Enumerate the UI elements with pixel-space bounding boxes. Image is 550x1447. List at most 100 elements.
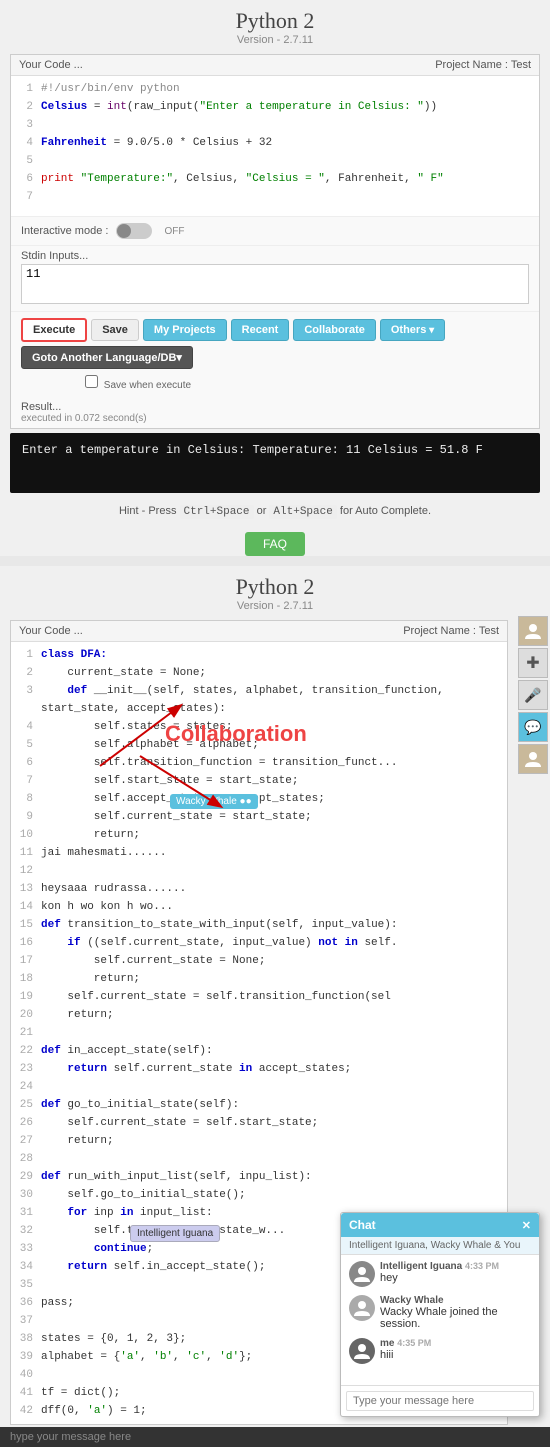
bottom-editor-header-right: Project Name : Test xyxy=(403,625,499,637)
chat-participants: Intelligent Iguana, Wacky Whale & You xyxy=(341,1237,539,1255)
b-line-9: 9 self.current_state = start_state; xyxy=(11,808,507,826)
chat-name-1: Intelligent Iguana 4:33 PM xyxy=(380,1261,531,1272)
code-line-3: 3 xyxy=(11,116,539,134)
chat-msg-1: Intelligent Iguana 4:33 PM hey xyxy=(349,1261,531,1287)
b-line-16: 16 if ((self.current_state, input_value)… xyxy=(11,934,507,952)
chat-time-3: 4:35 PM xyxy=(397,1338,431,1348)
b-line-18: 18 return; xyxy=(11,970,507,988)
top-toolbar: Execute Save My Projects Recent Collabor… xyxy=(11,311,539,397)
b-line-8: 8 self.accept_states = accept_states; xyxy=(11,790,507,808)
b-line-21: 21 xyxy=(11,1024,507,1042)
others-button[interactable]: Others xyxy=(380,319,445,341)
interactive-row: Interactive mode : OFF xyxy=(11,216,539,245)
chat-msg-2: Wacky Whale Wacky Whale joined the sessi… xyxy=(349,1295,531,1330)
bottom-subtitle: Version - 2.7.11 xyxy=(0,600,550,612)
code-line-6: 6 print "Temperature:", Celsius, "Celsiu… xyxy=(11,170,539,188)
b-line-29: 29def run_with_input_list(self, inpu_lis… xyxy=(11,1168,507,1186)
chat-close-button[interactable]: ✕ xyxy=(522,1219,531,1232)
chat-text-1: hey xyxy=(380,1272,531,1284)
goto-button[interactable]: Goto Another Language/DB▾ xyxy=(21,346,193,369)
b-line-12: 12 xyxy=(11,862,507,880)
top-editor-panel: Your Code ... Project Name : Test 1 #!/u… xyxy=(10,54,540,429)
chat-time-1: 4:33 PM xyxy=(465,1261,499,1271)
b-line-27: 27 return; xyxy=(11,1132,507,1150)
b-line-15: 15def transition_to_state_with_input(sel… xyxy=(11,916,507,934)
b-line-3: 3 def __init__(self, states, alphabet, t… xyxy=(11,682,507,718)
top-editor-header: Your Code ... Project Name : Test xyxy=(11,55,539,76)
bottom-editor-header: Your Code ... Project Name : Test xyxy=(11,621,507,642)
toggle-switch[interactable] xyxy=(116,223,152,239)
top-code-area[interactable]: 1 #!/usr/bin/env python 2 Celsius = int(… xyxy=(11,76,539,216)
stdin-label: Stdin Inputs... xyxy=(21,250,529,262)
interactive-label: Interactive mode : xyxy=(21,225,108,237)
save-button[interactable]: Save xyxy=(91,319,139,341)
hint-text: Hint - Press Ctrl+Space or Alt+Space for… xyxy=(0,497,550,526)
save-when-execute-text: Save when execute xyxy=(104,380,191,391)
code-line-5: 5 xyxy=(11,152,539,170)
chat-message-input[interactable] xyxy=(346,1391,534,1411)
b-line-25: 25def go_to_initial_state(self): xyxy=(11,1096,507,1114)
my-projects-button[interactable]: My Projects xyxy=(143,319,227,341)
sidebar-icon-user[interactable] xyxy=(518,744,548,774)
bottom-title: Python 2 xyxy=(0,574,550,600)
collaborate-button[interactable]: Collaborate xyxy=(293,319,376,341)
b-line-20: 20 return; xyxy=(11,1006,507,1024)
b-line-4: 4 self.states = states; xyxy=(11,718,507,736)
sidebar-icon-add[interactable]: ✚ xyxy=(518,648,548,678)
stdin-input[interactable]: 11 xyxy=(21,264,529,304)
chat-avatar-3 xyxy=(349,1338,375,1364)
chat-messages: Intelligent Iguana 4:33 PM hey Wacky Wha… xyxy=(341,1255,539,1385)
bottom-section: Python 2 Version - 2.7.11 Your Code ... … xyxy=(0,566,550,1447)
top-subtitle: Version - 2.7.11 xyxy=(0,34,550,46)
chat-input-area xyxy=(341,1385,539,1416)
b-line-30: 30 self.go_to_initial_state(); xyxy=(11,1186,507,1204)
b-line-13: 13heysaaa rudrassa...... xyxy=(11,880,507,898)
b-line-22: 22def in_accept_state(self): xyxy=(11,1042,507,1060)
toggle-knob xyxy=(117,224,131,238)
sidebar-icon-profile[interactable] xyxy=(518,616,548,646)
stdin-section: Stdin Inputs... 11 xyxy=(11,245,539,311)
b-line-19: 19 self.current_state = self.transition_… xyxy=(11,988,507,1006)
b-line-2: 2 current_state = None; xyxy=(11,664,507,682)
recent-button[interactable]: Recent xyxy=(231,319,290,341)
b-line-10: 10 return; xyxy=(11,826,507,844)
chat-msg-3: me 4:35 PM hiii xyxy=(349,1338,531,1364)
save-when-execute-label[interactable]: Save when execute xyxy=(85,375,191,391)
b-line-5: 5 self.alphabet = alphabet; xyxy=(11,736,507,754)
chat-name-2: Wacky Whale xyxy=(380,1295,531,1306)
exec-time: executed in 0.072 second(s) xyxy=(21,413,529,424)
sidebar-icon-mic[interactable]: 🎤 xyxy=(518,680,548,710)
b-line-26: 26 self.current_state = self.start_state… xyxy=(11,1114,507,1132)
b-line-14: 14kon h wo kon h wo... xyxy=(11,898,507,916)
b-line-6: 6 self.transition_function = transition_… xyxy=(11,754,507,772)
code-line-4: 4 Fahrenheit = 9.0/5.0 * Celsius + 32 xyxy=(11,134,539,152)
output-terminal: Enter a temperature in Celsius: Temperat… xyxy=(10,433,540,493)
top-editor-header-left: Your Code ... xyxy=(19,59,83,71)
chat-panel: Chat ✕ Intelligent Iguana, Wacky Whale &… xyxy=(340,1212,540,1417)
chat-header: Chat ✕ xyxy=(341,1213,539,1237)
chat-text-3: hiii xyxy=(380,1349,531,1361)
top-section: Python 2 Version - 2.7.11 Your Code ... … xyxy=(0,0,550,556)
chat-bubble-2: Wacky Whale Wacky Whale joined the sessi… xyxy=(380,1295,531,1330)
b-line-23: 23 return self.current_state in accept_s… xyxy=(11,1060,507,1078)
chat-avatar-1 xyxy=(349,1261,375,1287)
chat-title: Chat xyxy=(349,1218,376,1232)
save-when-execute-checkbox[interactable] xyxy=(85,375,98,388)
chat-name-3: me 4:35 PM xyxy=(380,1338,531,1349)
b-line-7: 7 self.start_state = start_state; xyxy=(11,772,507,790)
sidebar-icon-chat[interactable]: 💬 xyxy=(518,712,548,742)
b-line-28: 28 xyxy=(11,1150,507,1168)
faq-button[interactable]: FAQ xyxy=(245,532,305,556)
chat-bubble-3: me 4:35 PM hiii xyxy=(380,1338,531,1361)
b-line-11: 11jai mahesmati...... xyxy=(11,844,507,862)
top-editor-header-right: Project Name : Test xyxy=(435,59,531,71)
result-label: Result... xyxy=(21,401,529,413)
hype-text: hype your message here xyxy=(10,1431,131,1443)
code-line-1: 1 #!/usr/bin/env python xyxy=(11,80,539,98)
b-line-17: 17 self.current_state = None; xyxy=(11,952,507,970)
output-text: Enter a temperature in Celsius: Temperat… xyxy=(22,443,483,457)
code-line-2: 2 Celsius = int(raw_input("Enter a tempe… xyxy=(11,98,539,116)
execute-button[interactable]: Execute xyxy=(21,318,87,342)
toggle-state: OFF xyxy=(164,226,184,237)
result-section: Result... executed in 0.072 second(s) xyxy=(11,397,539,428)
